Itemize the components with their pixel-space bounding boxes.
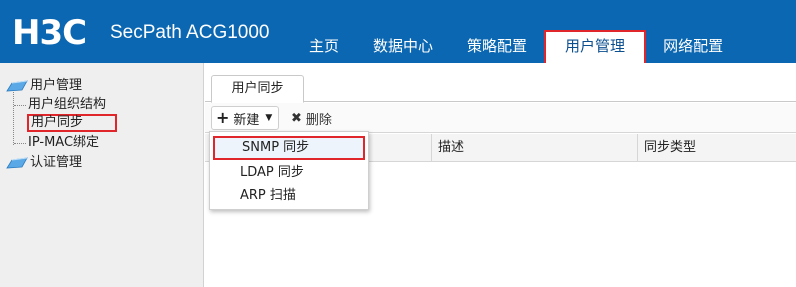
tree-item-label: 用户同步 [31, 115, 84, 130]
tree-item-org-structure[interactable]: 用户组织结构 [14, 96, 106, 114]
tree-group-label: 用户管理 [30, 78, 83, 93]
product-name: SecPath ACG1000 [110, 22, 270, 43]
delete-button-label: 删除 [305, 112, 332, 128]
tree-item-user-sync[interactable]: 用户同步 [27, 114, 118, 132]
tree-group-user-management[interactable]: 用户管理 [6, 77, 82, 95]
tree-item-label: IP-MAC绑定 [28, 135, 100, 150]
main-nav: 主页 数据中心 策略配置 用户管理 网络配置 [292, 30, 740, 63]
top-header: H3C SecPath ACG1000 主页 数据中心 策略配置 用户管理 网络… [0, 0, 796, 63]
sidebar-tree: 用户管理 用户组织结构 用户同步 IP-MAC绑定 认证管理 [0, 63, 204, 287]
nav-user-management[interactable]: 用户管理 [544, 30, 647, 63]
tree-elbow [14, 104, 26, 106]
toolbar: + 新建 ▼ ✖ 删除 [205, 103, 796, 133]
nav-network-config[interactable]: 网络配置 [646, 30, 740, 63]
new-button[interactable]: + 新建 ▼ [211, 106, 280, 130]
close-icon: ✖ [291, 110, 302, 126]
tree-group-label: 认证管理 [30, 155, 83, 170]
new-dropdown-menu: SNMP 同步 LDAP 同步 ARP 扫描 [209, 131, 369, 210]
tree-item-ip-mac-binding[interactable]: IP-MAC绑定 [14, 134, 99, 152]
delete-button[interactable]: ✖ 删除 [291, 106, 332, 130]
tree-item-label: 用户组织结构 [28, 97, 107, 112]
nav-data-center[interactable]: 数据中心 [356, 30, 450, 63]
h3c-logo: H3C [12, 13, 87, 53]
chevron-down-icon: ▼ [265, 113, 273, 123]
folder-icon [6, 80, 28, 92]
nav-policy-config[interactable]: 策略配置 [450, 30, 544, 63]
tree-elbow [14, 142, 26, 144]
tab-bar: 用户同步 [205, 63, 796, 103]
menu-item-snmp-sync[interactable]: SNMP 同步 [213, 136, 365, 160]
tree-group-auth-management[interactable]: 认证管理 [6, 154, 82, 172]
column-header-sync-type[interactable]: 同步类型 [637, 134, 796, 162]
menu-item-ldap-sync[interactable]: LDAP 同步 [210, 161, 368, 185]
new-button-label: 新建 [233, 112, 260, 128]
menu-item-arp-scan[interactable]: ARP 扫描 [210, 184, 368, 208]
nav-home[interactable]: 主页 [292, 30, 356, 63]
plus-icon: + [216, 108, 230, 127]
tab-user-sync[interactable]: 用户同步 [211, 75, 304, 103]
folder-icon [6, 157, 28, 169]
column-header-description[interactable]: 描述 [431, 134, 637, 162]
